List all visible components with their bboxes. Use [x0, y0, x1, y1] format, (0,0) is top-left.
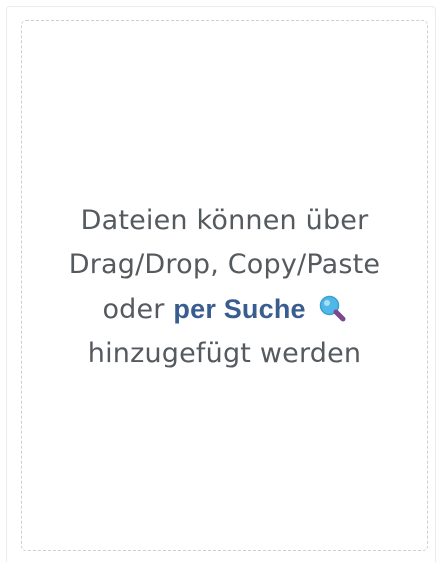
- instruction-line-4: hinzugefügt werden: [87, 338, 362, 369]
- instruction-line-1: Dateien können über: [80, 205, 369, 236]
- file-dropzone[interactable]: Dateien können über Drag/Drop, Copy/Past…: [21, 20, 428, 551]
- search-link[interactable]: per Suche: [173, 294, 305, 324]
- instruction-line-2: Drag/Drop, Copy/Paste: [68, 249, 381, 280]
- instruction-or-text: oder: [102, 294, 165, 325]
- search-icon[interactable]: [317, 293, 347, 323]
- dropzone-instructions: Dateien können über Drag/Drop, Copy/Past…: [69, 199, 380, 376]
- instruction-line-3: oder per Suche: [69, 287, 380, 332]
